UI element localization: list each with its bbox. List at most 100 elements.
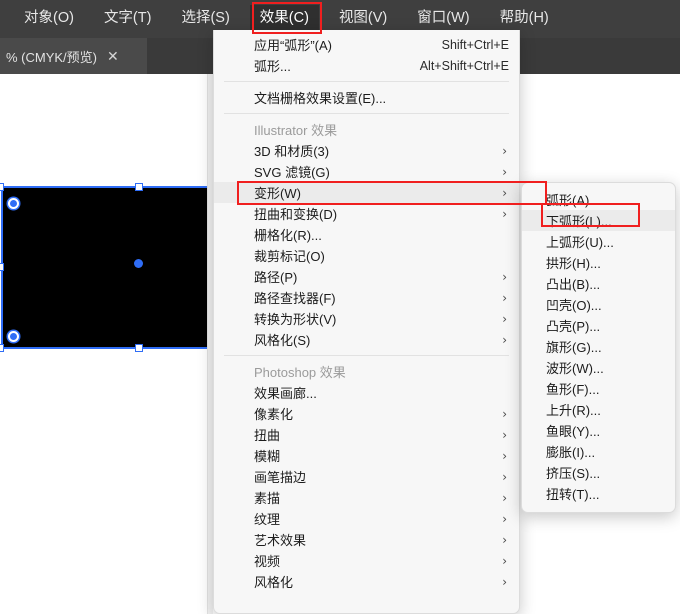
chevron-right-icon: › <box>502 406 507 421</box>
menu-item-label: 3D 和材质(3) <box>254 144 330 159</box>
menu-item-label: 素描 <box>254 491 281 506</box>
chevron-right-icon: › <box>502 269 507 284</box>
chevron-right-icon: › <box>502 290 507 305</box>
submenu-item[interactable]: 拱形(H)... <box>522 252 675 273</box>
anchor-point-top-left[interactable] <box>8 198 19 209</box>
menu-item[interactable]: 像素化 › <box>214 403 519 424</box>
submenu-item[interactable]: 下弧形(L)... <box>522 210 675 231</box>
selection-handle-middle-left[interactable] <box>0 263 4 271</box>
chevron-right-icon: › <box>502 469 507 484</box>
menu-item-label: 效果画廊... <box>254 386 317 401</box>
selection-handle-bottom-center[interactable] <box>135 344 143 352</box>
submenu-item[interactable]: 波形(W)... <box>522 357 675 378</box>
menu-item[interactable]: 风格化(S) › <box>214 329 519 350</box>
menu-item[interactable]: 素描 › <box>214 487 519 508</box>
chevron-right-icon: › <box>502 553 507 568</box>
chevron-right-icon: › <box>502 185 507 200</box>
menu-item[interactable]: 风格化 › <box>214 571 519 592</box>
submenu-item[interactable]: 凸出(B)... <box>522 273 675 294</box>
submenu-item-label: 上升(R)... <box>546 403 601 418</box>
menubar-item-view[interactable]: 视图(V) <box>329 5 397 33</box>
menu-item[interactable]: 模糊 › <box>214 445 519 466</box>
document-tab-label: % (CMYK/预览) <box>6 49 98 65</box>
menu-item-label: 风格化 <box>254 575 294 590</box>
menu-item-label: 模糊 <box>254 449 281 464</box>
menu-item[interactable]: 路径查找器(F) › <box>214 287 519 308</box>
menu-section-header: Photoshop 效果 <box>214 361 519 382</box>
menubar-item-type[interactable]: 文字(T) <box>94 5 162 33</box>
document-tab[interactable]: % (CMYK/预览) ✕ <box>0 38 147 74</box>
submenu-item[interactable]: 上弧形(U)... <box>522 231 675 252</box>
chevron-right-icon: › <box>502 164 507 179</box>
submenu-item[interactable]: 弧形(A)... <box>522 189 675 210</box>
selected-rectangle-shape[interactable] <box>2 187 207 348</box>
menu-item-shortcut: Alt+Shift+Ctrl+E <box>419 58 509 73</box>
menu-item-label: 文档栅格效果设置(E)... <box>254 91 387 106</box>
menu-item-label: 像素化 <box>254 407 294 422</box>
menu-item-label: 转换为形状(V) <box>254 312 337 327</box>
submenu-item[interactable]: 鱼眼(Y)... <box>522 420 675 441</box>
warp-submenu: 弧形(A)... 下弧形(L)... 上弧形(U)... 拱形(H)... 凸出(B).… <box>521 182 676 513</box>
selection-handle-bottom-left[interactable] <box>0 344 4 352</box>
chevron-right-icon: › <box>502 532 507 547</box>
menu-item[interactable]: 扭曲和变换(D) › <box>214 203 519 224</box>
submenu-item[interactable]: 凸壳(P)... <box>522 315 675 336</box>
chevron-right-icon: › <box>502 206 507 221</box>
submenu-item-label: 上弧形(U)... <box>546 235 614 250</box>
menu-item[interactable]: 纹理 › <box>214 508 519 529</box>
menu-item[interactable]: 应用“弧形”(A) Shift+Ctrl+E <box>214 34 519 55</box>
artboard-canvas[interactable] <box>0 74 207 614</box>
submenu-item[interactable]: 挤压(S)... <box>522 462 675 483</box>
anchor-point-bottom-left[interactable] <box>8 331 19 342</box>
menu-item[interactable]: 转换为形状(V) › <box>214 308 519 329</box>
submenu-item[interactable]: 凹壳(O)... <box>522 294 675 315</box>
selection-handle-top-center[interactable] <box>135 183 143 191</box>
menu-item[interactable]: 裁剪标记(O) <box>214 245 519 266</box>
menubar-item-window[interactable]: 窗口(W) <box>407 5 479 33</box>
submenu-item-label: 凸壳(P)... <box>546 319 601 334</box>
menu-item-label: 路径查找器(F) <box>254 291 336 306</box>
menu-item[interactable]: 3D 和材质(3) › <box>214 140 519 161</box>
submenu-item-label: 波形(W)... <box>546 361 604 376</box>
menu-item[interactable]: 变形(W) › <box>214 182 519 203</box>
selection-handle-top-left[interactable] <box>0 183 4 191</box>
menu-item-label: Illustrator 效果 <box>254 123 338 138</box>
chevron-right-icon: › <box>502 511 507 526</box>
menu-item-label: 应用“弧形”(A) <box>254 38 332 53</box>
menu-item[interactable]: 路径(P) › <box>214 266 519 287</box>
selection-edge-bottom <box>0 347 207 349</box>
submenu-item[interactable]: 扭转(T)... <box>522 483 675 504</box>
menu-item-label: 视频 <box>254 554 281 569</box>
menu-item[interactable]: 效果画廊... <box>214 382 519 403</box>
menubar-item-effect[interactable]: 效果(C) <box>249 5 319 33</box>
submenu-item-label: 凸出(B)... <box>546 277 601 292</box>
menu-item[interactable]: 艺术效果 › <box>214 529 519 550</box>
menu-item-label: 裁剪标记(O) <box>254 249 325 264</box>
chevron-right-icon: › <box>502 490 507 505</box>
menu-item[interactable]: 扭曲 › <box>214 424 519 445</box>
menu-separator <box>224 113 509 114</box>
menu-item[interactable]: 弧形... Alt+Shift+Ctrl+E <box>214 55 519 76</box>
menu-item[interactable]: 栅格化(R)... <box>214 224 519 245</box>
menu-item-shortcut: Shift+Ctrl+E <box>441 37 509 52</box>
submenu-item-label: 膨胀(I)... <box>546 445 596 460</box>
chevron-right-icon: › <box>502 332 507 347</box>
menubar-item-help[interactable]: 帮助(H) <box>490 5 559 33</box>
menu-item[interactable]: 文档栅格效果设置(E)... <box>214 87 519 108</box>
menubar-item-select[interactable]: 选择(S) <box>171 5 239 33</box>
submenu-item[interactable]: 鱼形(F)... <box>522 378 675 399</box>
submenu-item[interactable]: 上升(R)... <box>522 399 675 420</box>
chevron-right-icon: › <box>502 427 507 442</box>
submenu-item[interactable]: 膨胀(I)... <box>522 441 675 462</box>
chevron-right-icon: › <box>502 448 507 463</box>
submenu-item-label: 拱形(H)... <box>546 256 601 271</box>
menu-item[interactable]: 画笔描边 › <box>214 466 519 487</box>
menu-item[interactable]: 视频 › <box>214 550 519 571</box>
submenu-item[interactable]: 旗形(G)... <box>522 336 675 357</box>
menubar-item-object[interactable]: 对象(O) <box>14 5 84 33</box>
close-icon[interactable]: ✕ <box>107 49 119 63</box>
center-point[interactable] <box>134 259 143 268</box>
submenu-item-label: 下弧形(L)... <box>546 214 612 229</box>
menu-item[interactable]: SVG 滤镜(G) › <box>214 161 519 182</box>
menu-item-label: 纹理 <box>254 512 281 527</box>
